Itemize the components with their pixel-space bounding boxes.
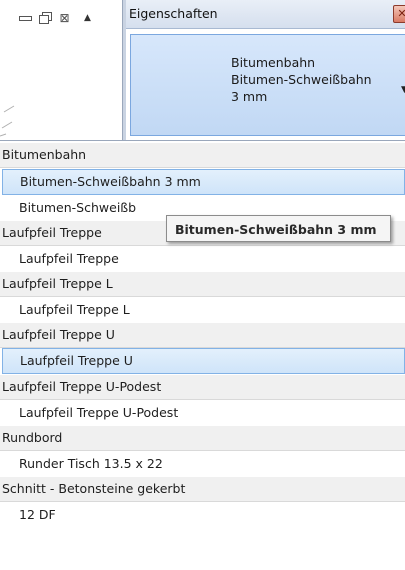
list-item[interactable]: Runder Tisch 13.5 x 22 <box>0 452 405 476</box>
list-group-header: Bitumenbahn <box>0 143 405 168</box>
list-group-header: Laufpfeil Treppe L <box>0 272 405 297</box>
window-controls: ⊠ ▲ <box>18 10 91 26</box>
type-family-name: Bitumenbahn <box>231 55 316 70</box>
project-browser-panel: ⊠ ▲ <box>0 0 122 140</box>
list-item[interactable]: Laufpfeil Treppe U <box>2 348 405 374</box>
list-group-header: Rundbord <box>0 426 405 451</box>
list-group-header: Laufpfeil Treppe U-Podest <box>0 375 405 400</box>
list-item[interactable]: Laufpfeil Treppe <box>0 247 405 271</box>
minimize-icon[interactable] <box>18 12 32 24</box>
close-icon[interactable]: ✕ <box>393 5 405 23</box>
type-dropdown-list: Bitumenbahn Bitumen-Schweißbahn 3 mm Bit… <box>0 140 405 570</box>
type-name: Bitumen-Schweißbahn <box>231 72 372 87</box>
list-item[interactable]: Laufpfeil Treppe L <box>0 298 405 322</box>
type-selector[interactable]: Bitumenbahn Bitumen-Schweißbahn 3 mm ▼ <box>130 34 405 136</box>
scroll-up-arrow-icon[interactable]: ▲ <box>84 13 91 23</box>
properties-header: Eigenschaften ✕ <box>126 0 405 29</box>
restore-icon[interactable] <box>39 12 52 24</box>
close-icon[interactable]: ⊠ <box>58 11 71 25</box>
tree-connector-icon <box>0 105 15 137</box>
list-item[interactable]: Bitumen-Schweißbahn 3 mm <box>2 169 405 195</box>
type-size: 3 mm <box>231 89 268 104</box>
properties-panel: Eigenschaften ✕ Bitumenbahn Bitumen-Schw… <box>126 0 405 140</box>
list-item[interactable]: Laufpfeil Treppe U-Podest <box>0 401 405 425</box>
dropdown-arrow-icon[interactable]: ▼ <box>401 85 405 95</box>
list-group-header: Laufpfeil Treppe U <box>0 323 405 348</box>
properties-title: Eigenschaften <box>129 6 218 21</box>
tooltip: Bitumen-Schweißbahn 3 mm <box>166 215 391 242</box>
list-group-header: Schnitt - Betonsteine gekerbt <box>0 477 405 502</box>
list-item[interactable]: 12 DF <box>0 503 405 527</box>
type-selector-label: Bitumenbahn Bitumen-Schweißbahn 3 mm <box>231 54 372 105</box>
type-preview-icon <box>139 43 219 127</box>
